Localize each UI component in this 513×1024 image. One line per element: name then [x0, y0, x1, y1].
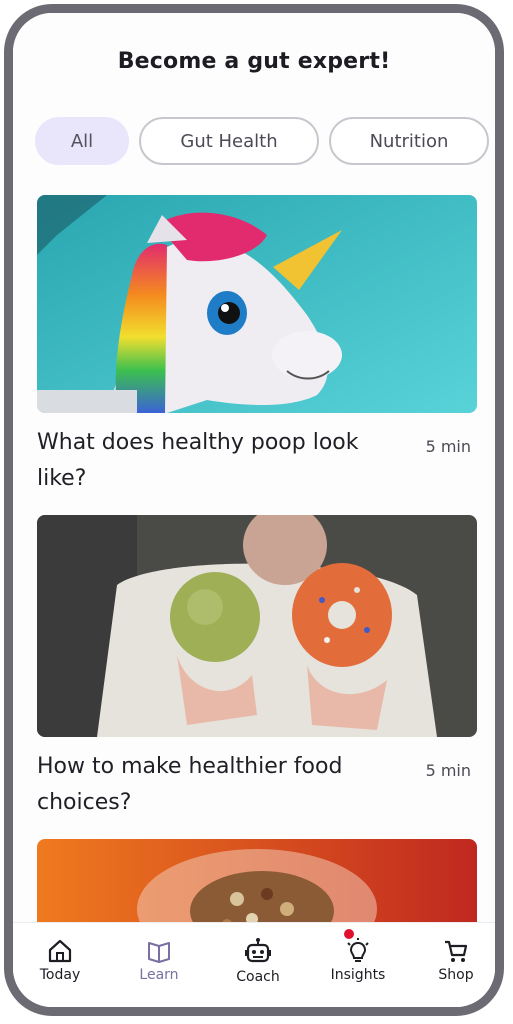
article-duration: 5 min: [425, 761, 471, 780]
article-duration: 5 min: [425, 437, 471, 456]
book-icon: [148, 942, 170, 963]
lightbulb-icon: [347, 938, 369, 962]
home-icon: [48, 939, 72, 963]
unicorn-float-image: [37, 195, 477, 413]
tab-shop[interactable]: Shop: [411, 937, 495, 983]
tab-label: Shop: [438, 967, 474, 983]
tab-label: Today: [39, 967, 81, 983]
tab-label: Insights: [330, 967, 386, 983]
filter-chip-gut-health[interactable]: Gut Health: [139, 117, 319, 165]
article-title[interactable]: How to make healthier food choices?: [37, 749, 407, 821]
bottom-tab-bar: Today Learn Coach Insights Shop: [13, 922, 495, 1007]
tab-today[interactable]: Today: [15, 937, 105, 983]
phone-frame: Become a gut expert! All Gut Health Nutr…: [4, 4, 504, 1016]
article-title[interactable]: What does healthy poop look like?: [37, 425, 407, 497]
tab-label: Coach: [236, 969, 280, 985]
article-image-food[interactable]: [37, 515, 477, 737]
tab-label: Learn: [139, 967, 179, 983]
page-title: Become a gut expert!: [117, 49, 391, 74]
article-image-unicorn[interactable]: [37, 195, 477, 413]
learn-screen: Become a gut expert! All Gut Health Nutr…: [13, 13, 495, 1007]
robot-icon: [245, 938, 271, 963]
tab-insights[interactable]: Insights: [313, 929, 403, 983]
cart-icon: [445, 940, 468, 962]
filter-chip-all[interactable]: All: [35, 117, 129, 165]
tab-learn[interactable]: Learn: [114, 937, 204, 983]
tab-coach[interactable]: Coach: [213, 937, 303, 985]
filter-chip-nutrition[interactable]: Nutrition: [329, 117, 489, 165]
notification-dot: [344, 929, 354, 939]
apple-donut-image: [37, 515, 477, 737]
filter-chips: All Gut Health Nutrition: [35, 117, 495, 167]
